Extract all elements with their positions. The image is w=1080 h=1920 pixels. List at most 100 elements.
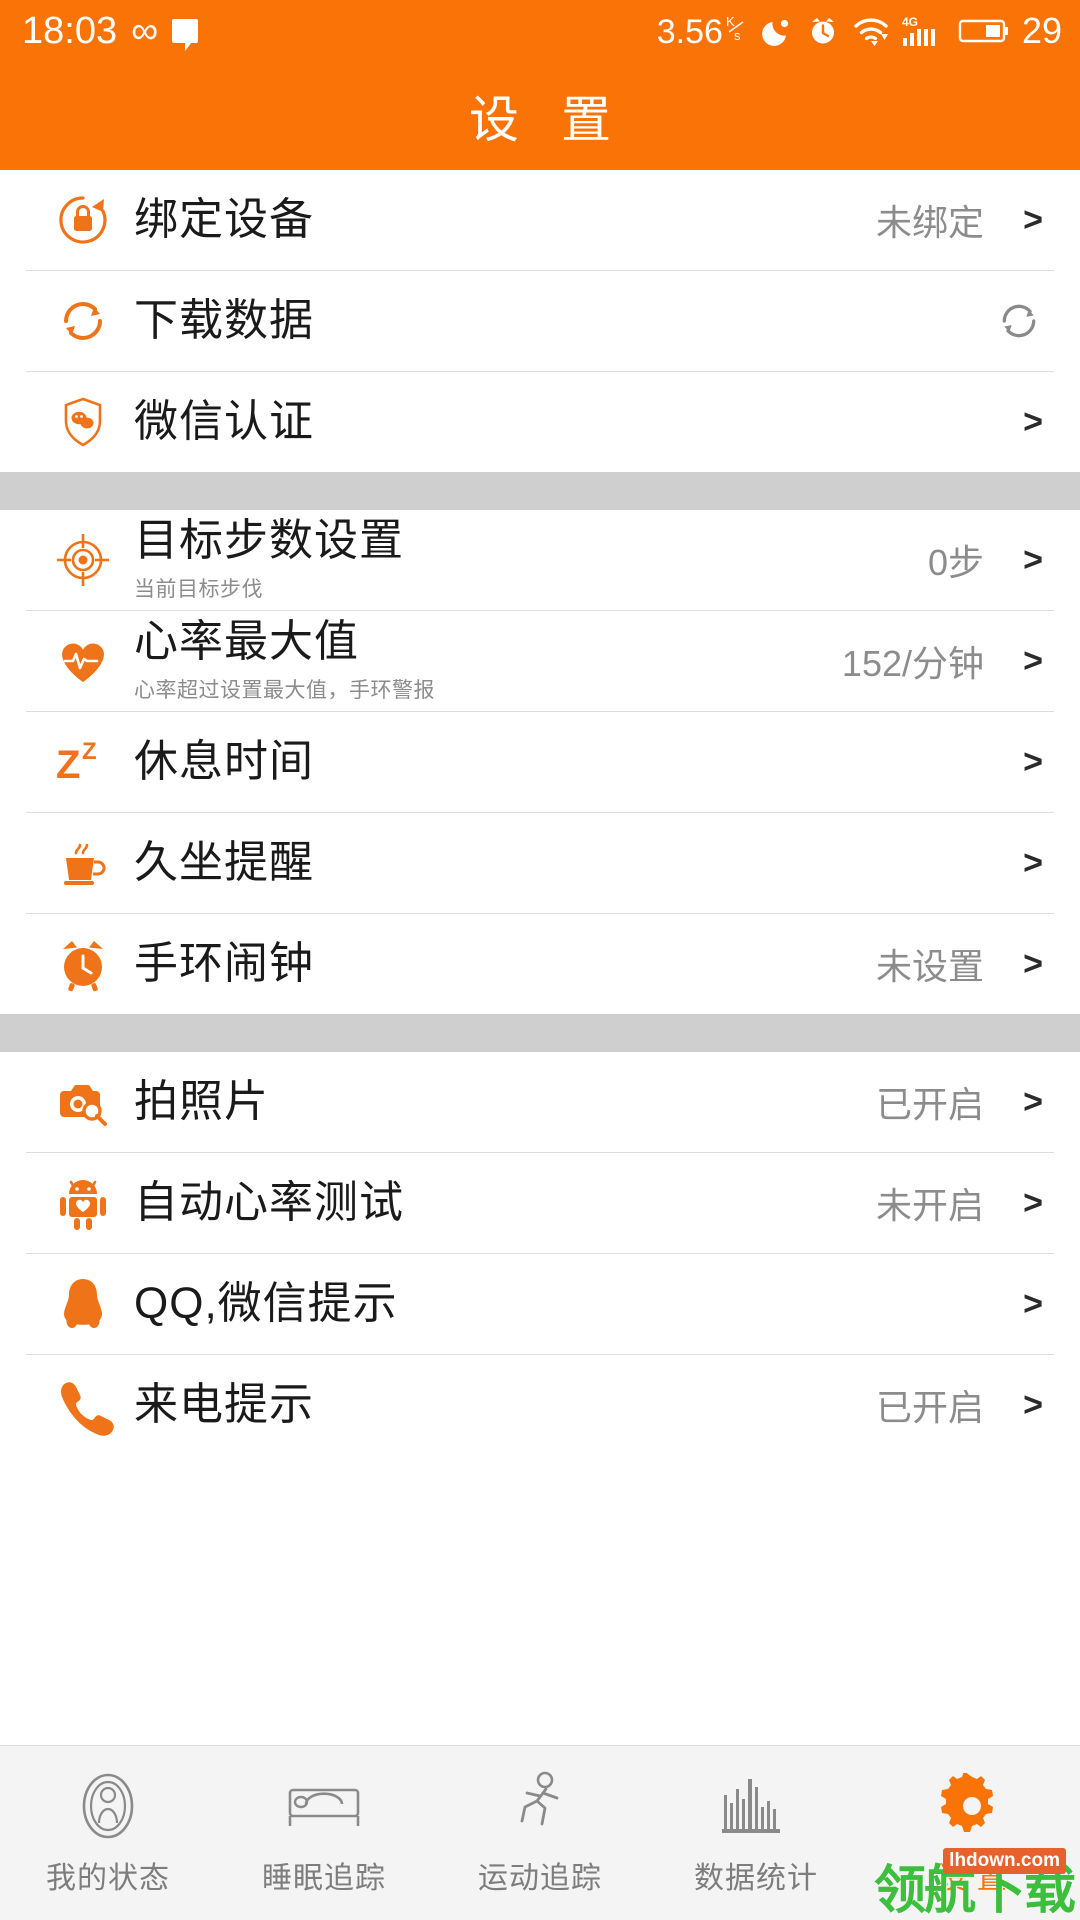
- title-bar: 设 置: [0, 62, 1080, 170]
- status-bar-left: 18:03 ∞: [22, 10, 199, 52]
- status-bar-right: 3.56 K s 4G 29: [657, 13, 1062, 50]
- row-value: 已开启: [875, 1084, 984, 1125]
- row-text: 目标步数设置 当前目标步伐: [134, 517, 928, 604]
- row-label: 来电提示: [134, 1380, 314, 1430]
- chevron-right-icon[interactable]: >: [1016, 541, 1050, 580]
- chevron-right-icon[interactable]: >: [1016, 1184, 1050, 1223]
- row-auto-heart-rate-test[interactable]: 自动心率测试 未开启 >: [0, 1153, 1080, 1253]
- row-label: 久坐提醒: [134, 838, 314, 888]
- network-speed: 3.56 K s: [657, 13, 748, 49]
- row-value: 未设置: [875, 946, 984, 987]
- row-label: 绑定设备: [134, 195, 314, 245]
- row-text: 来电提示: [134, 1381, 876, 1429]
- page-title: 设 置: [469, 92, 625, 148]
- nav-label: 睡眠追踪: [262, 1862, 386, 1895]
- gear-icon: [939, 1769, 1005, 1843]
- moon-icon: [760, 14, 794, 48]
- signal-bars-icon: 4G: [902, 14, 946, 48]
- row-text: 自动心率测试: [134, 1179, 876, 1227]
- row-incoming-call-alert[interactable]: 来电提示 已开启 >: [0, 1355, 1080, 1455]
- row-bind-device[interactable]: 绑定设备 未绑定 >: [0, 170, 1080, 270]
- shield-wechat-icon: [48, 387, 118, 457]
- person-oval-icon: [75, 1769, 141, 1843]
- status-bar: 18:03 ∞ 3.56 K s 4G 29: [0, 0, 1080, 62]
- row-label: 自动心率测试: [134, 1178, 404, 1228]
- row-download-data[interactable]: 下载数据: [0, 271, 1080, 371]
- nav-item-my-status[interactable]: 我的状态: [0, 1746, 216, 1920]
- row-value: 0步: [927, 542, 984, 583]
- row-take-photo[interactable]: 拍照片 已开启 >: [0, 1052, 1080, 1152]
- row-sedentary-reminder[interactable]: 久坐提醒 >: [0, 813, 1080, 913]
- row-label: QQ,微信提示: [134, 1279, 398, 1329]
- row-text: 绑定设备: [134, 196, 876, 244]
- coffee-cup-icon: [48, 828, 118, 898]
- row-label: 手环闹钟: [134, 939, 314, 989]
- row-qq-wechat-alert[interactable]: QQ,微信提示 >: [0, 1254, 1080, 1354]
- android-robot-icon: [48, 1168, 118, 1238]
- row-label: 拍照片: [134, 1077, 269, 1127]
- settings-group-device: 绑定设备 未绑定 > 下载数据 微信认证 >: [0, 170, 1080, 472]
- svg-text:Z: Z: [82, 738, 97, 765]
- chevron-right-icon[interactable]: >: [1016, 403, 1050, 442]
- nav-item-sport-tracking[interactable]: 运动追踪: [432, 1746, 648, 1920]
- settings-group-notifications: 拍照片 已开启 > 自动心率测试 未开启 > QQ,微信提示 > 来电提示 已开…: [0, 1052, 1080, 1455]
- row-text: 拍照片: [134, 1078, 876, 1126]
- row-label: 下载数据: [134, 296, 314, 346]
- camera-icon: [48, 1067, 118, 1137]
- sleep-zz-icon: Z Z: [48, 727, 118, 797]
- bed-icon: [284, 1769, 364, 1843]
- row-text: 休息时间: [134, 738, 984, 786]
- row-text: 下载数据: [134, 297, 996, 345]
- phone-handset-icon: [48, 1370, 118, 1440]
- nav-label: 设 置: [936, 1862, 1008, 1895]
- target-icon: [48, 525, 118, 595]
- heart-pulse-icon: [48, 626, 118, 696]
- wifi-icon: [852, 14, 890, 48]
- battery-icon: [958, 16, 1010, 46]
- bar-chart-icon: [720, 1769, 792, 1843]
- svg-text:4G: 4G: [902, 15, 918, 29]
- nav-item-settings[interactable]: 设 置: [864, 1746, 1080, 1920]
- row-subtitle: 心率超过设置最大值，手环警报: [134, 679, 435, 703]
- chevron-right-icon[interactable]: >: [1016, 1386, 1050, 1425]
- row-text: 微信认证: [134, 398, 984, 446]
- row-target-steps[interactable]: 目标步数设置 当前目标步伐 0步 >: [0, 510, 1080, 610]
- lock-refresh-icon: [48, 185, 118, 255]
- alarm-clock-icon: [48, 929, 118, 999]
- row-rest-time[interactable]: Z Z 休息时间 >: [0, 712, 1080, 812]
- nav-label: 数据统计: [694, 1862, 818, 1895]
- chevron-right-icon[interactable]: >: [1016, 642, 1050, 681]
- row-text: 久坐提醒: [134, 839, 984, 887]
- sync-refresh-button[interactable]: [996, 298, 1042, 344]
- row-max-heart-rate[interactable]: 心率最大值 心率超过设置最大值，手环警报 152/分钟 >: [0, 611, 1080, 711]
- nav-item-sleep-tracking[interactable]: 睡眠追踪: [216, 1746, 432, 1920]
- network-speed-unit: K s: [726, 13, 748, 46]
- chevron-right-icon[interactable]: >: [1016, 201, 1050, 240]
- chevron-right-icon[interactable]: >: [1016, 945, 1050, 984]
- row-wechat-auth[interactable]: 微信认证 >: [0, 372, 1080, 472]
- chevron-right-icon[interactable]: >: [1016, 1083, 1050, 1122]
- row-band-alarm[interactable]: 手环闹钟 未设置 >: [0, 914, 1080, 1014]
- row-text: 手环闹钟: [134, 940, 876, 988]
- chevron-right-icon[interactable]: >: [1016, 844, 1050, 883]
- nav-item-data-stats[interactable]: 数据统计: [648, 1746, 864, 1920]
- kb-per-sec-icon: K s: [726, 14, 744, 43]
- status-clock: 18:03: [22, 10, 118, 52]
- chevron-right-icon[interactable]: >: [1016, 743, 1050, 782]
- row-label: 目标步数设置: [134, 515, 404, 565]
- row-text: 心率最大值 心率超过设置最大值，手环警报: [134, 618, 842, 705]
- message-icon: [172, 19, 199, 51]
- chevron-right-icon[interactable]: >: [1016, 1285, 1050, 1324]
- row-value: 未绑定: [875, 202, 984, 243]
- svg-text:Z: Z: [56, 743, 80, 787]
- network-speed-value: 3.56: [656, 13, 723, 51]
- settings-list: 绑定设备 未绑定 > 下载数据 微信认证 > 目标步数设置 当前目标步伐 0步 …: [0, 170, 1080, 1455]
- row-label: 休息时间: [134, 737, 314, 787]
- row-value: 已开启: [875, 1387, 984, 1428]
- nav-label: 我的状态: [46, 1862, 170, 1895]
- runner-icon: [510, 1769, 570, 1843]
- row-value: 152/分钟: [841, 643, 984, 684]
- bottom-navigation-bar: 我的状态 睡眠追踪 运动追踪 数据统计 设 置: [0, 1745, 1080, 1920]
- row-label: 微信认证: [134, 397, 314, 447]
- row-text: QQ,微信提示: [134, 1280, 984, 1328]
